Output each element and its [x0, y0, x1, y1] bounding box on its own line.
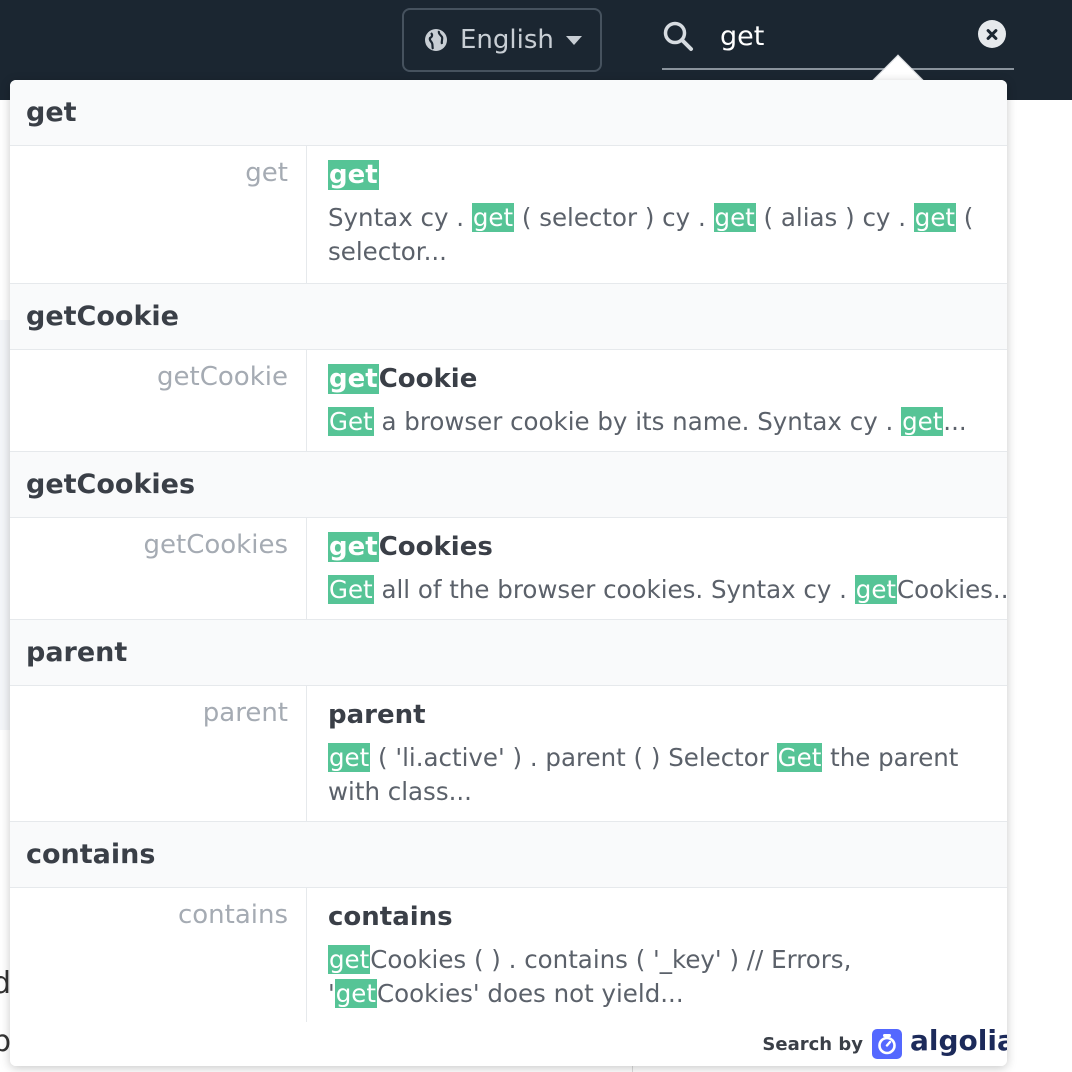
- background-page-strip: [0, 320, 10, 730]
- text-segment: ( 'li.active' ) . parent ( ) Selector: [370, 743, 777, 772]
- text-segment: ...: [943, 407, 967, 436]
- snippet-line: selector...: [328, 235, 1007, 269]
- match-highlight: get: [713, 203, 756, 232]
- text-segment: Cookies' does not yield...: [376, 979, 684, 1008]
- search-box: [662, 8, 1014, 70]
- snippet-line: getCookies ( ) . contains ( '_key' ) // …: [328, 943, 1007, 977]
- search-icon: [663, 21, 693, 51]
- match-highlight: get: [334, 979, 377, 1008]
- search-footer: Search by algolia: [10, 1022, 1007, 1066]
- search-result[interactable]: parent parent get ( 'li.active' ) . parent…: [10, 686, 1007, 822]
- result-group-header: get: [10, 80, 1007, 146]
- snippet-line: Get a browser cookie by its name. Syntax…: [328, 405, 1007, 439]
- results-list: get get get Syntax cy . get ( selector ) cy…: [10, 80, 1007, 1024]
- match-highlight: Get: [328, 575, 374, 604]
- result-content: getCookie Get a browser cookie by its nam…: [307, 350, 1007, 451]
- result-snippet: Get all of the browser cookies. Syntax c…: [328, 573, 1007, 607]
- text-segment: selector...: [328, 237, 447, 266]
- match-highlight: get: [901, 407, 944, 436]
- search-result[interactable]: getCookies getCookies Get all of the brows…: [10, 518, 1007, 620]
- text-segment: Cookies...: [897, 575, 1007, 604]
- result-subcategory: contains: [10, 888, 307, 1023]
- match-highlight: get: [328, 743, 371, 772]
- result-snippet: Syntax cy . get ( selector ) cy . get ( …: [328, 201, 1007, 269]
- text-segment: parent: [328, 700, 426, 730]
- text-segment: ': [328, 979, 335, 1008]
- result-title: parent: [328, 698, 1007, 732]
- text-segment: Cookies: [378, 532, 493, 562]
- match-highlight: get: [913, 203, 957, 232]
- match-highlight: get: [328, 945, 371, 974]
- result-subcategory: getCookies: [10, 518, 307, 619]
- match-highlight: get: [854, 575, 897, 604]
- result-title: getCookie: [328, 362, 1007, 396]
- language-selector[interactable]: English: [402, 8, 602, 72]
- match-highlight: get: [328, 532, 379, 562]
- result-subcategory: getCookie: [10, 350, 307, 451]
- result-title: getCookies: [328, 530, 1007, 564]
- search-result[interactable]: get get Syntax cy . get ( selector ) cy . …: [10, 146, 1007, 284]
- result-title: get: [328, 158, 1007, 192]
- text-segment: (: [956, 203, 974, 232]
- search-result[interactable]: contains contains getCookies ( ) . contain…: [10, 888, 1007, 1024]
- result-group-header: getCookies: [10, 452, 1007, 518]
- language-label: English: [460, 25, 554, 55]
- snippet-line: 'getCookies' does not yield...: [328, 977, 1007, 1011]
- snippet-line: get ( 'li.active' ) . parent ( ) Selecto…: [328, 741, 1007, 775]
- result-group-header: parent: [10, 620, 1007, 686]
- text-segment: ( alias ) cy .: [755, 203, 914, 232]
- result-group-header: contains: [10, 822, 1007, 888]
- text-segment: ( selector ) cy .: [514, 203, 714, 232]
- text-segment: all of the browser cookies. Syntax cy .: [373, 575, 855, 604]
- text-segment: the parent: [822, 743, 959, 772]
- search-by-label: Search by: [762, 1034, 863, 1055]
- algolia-logo-icon[interactable]: [872, 1029, 902, 1059]
- globe-icon: [425, 29, 447, 51]
- text-segment: with class...: [328, 777, 472, 806]
- result-subcategory: parent: [10, 686, 307, 821]
- result-content: contains getCookies ( ) . contains ( '_ke…: [307, 888, 1007, 1023]
- result-group-header: getCookie: [10, 284, 1007, 350]
- result-content: get Syntax cy . get ( selector ) cy . get…: [307, 146, 1007, 283]
- match-highlight: get: [328, 364, 379, 394]
- snippet-line: Get all of the browser cookies. Syntax c…: [328, 573, 1007, 607]
- text-segment: Cookie: [378, 364, 478, 394]
- snippet-line: Syntax cy . get ( selector ) cy . get ( …: [328, 201, 1007, 235]
- text-segment: a browser cookie by its name. Syntax cy …: [373, 407, 902, 436]
- match-highlight: Get: [776, 743, 823, 772]
- text-segment: Syntax cy .: [328, 203, 472, 232]
- result-snippet: get ( 'li.active' ) . parent ( ) Selecto…: [328, 741, 1007, 809]
- search-input[interactable]: [718, 14, 968, 58]
- text-segment: Cookies ( ) . contains ( '_key' ) // Err…: [370, 945, 852, 974]
- caret-down-icon: [565, 35, 582, 45]
- result-content: getCookies Get all of the browser cookies…: [307, 518, 1007, 619]
- text-segment: contains: [328, 902, 453, 932]
- result-content: parent get ( 'li.active' ) . parent ( ) S…: [307, 686, 1007, 821]
- algolia-wordmark[interactable]: algolia: [910, 1024, 1007, 1057]
- clear-search-icon[interactable]: [978, 20, 1006, 48]
- result-snippet: getCookies ( ) . contains ( '_key' ) // …: [328, 943, 1007, 1011]
- search-result[interactable]: getCookie getCookie Get a browser cookie b…: [10, 350, 1007, 452]
- result-snippet: Get a browser cookie by its name. Syntax…: [328, 405, 1007, 439]
- search-results-dropdown: get get get Syntax cy . get ( selector ) cy…: [10, 80, 1007, 1066]
- snippet-line: with class...: [328, 775, 1007, 809]
- match-highlight: get: [471, 203, 515, 232]
- result-title: contains: [328, 900, 1007, 934]
- result-subcategory: get: [10, 146, 307, 283]
- match-highlight: Get: [328, 407, 374, 436]
- match-highlight: get: [328, 160, 379, 190]
